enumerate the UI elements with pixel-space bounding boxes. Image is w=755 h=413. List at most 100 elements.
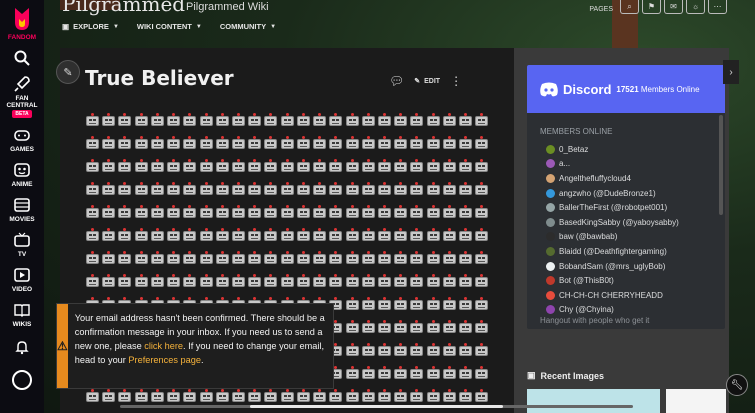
robot-emoji-icon [312,389,327,402]
robot-row [85,131,489,154]
notice-message: Your email address hasn't been confirmed… [68,304,333,388]
discord-member[interactable]: Bot (@ThisB0t) [527,273,725,288]
robot-emoji-icon [296,205,311,218]
robot-emoji-icon [247,251,262,264]
robot-emoji-icon [199,274,214,287]
discussions-button[interactable]: ✉ [664,0,683,14]
robot-emoji-icon [101,274,116,287]
user-avatar[interactable] [12,370,32,390]
comment-icon[interactable]: 💬︎ [389,74,404,88]
nav-explore[interactable]: ▣ EXPLORE ▼ [62,22,119,31]
discord-member[interactable]: BasedKingSabby (@yaboysabby) [527,215,725,230]
robot-emoji-icon [345,366,360,379]
robot-emoji-icon [134,113,149,126]
robot-emoji-icon [312,205,327,218]
recent-images-header: ▣ Recent Images [527,370,604,381]
rocket-icon [13,75,31,93]
robot-emoji-icon [182,228,197,241]
discord-member[interactable]: BallerTheFirst (@robotpet001) [527,200,725,215]
recent-image-thumbnail[interactable] [666,389,726,413]
robot-emoji-icon [117,205,132,218]
robot-emoji-icon [474,205,489,218]
explore-icon: ▣ [62,22,70,31]
notifications-button[interactable] [0,338,44,356]
robot-emoji-icon [442,343,457,356]
rail-item-fan-central[interactable]: FAN CENTRAL BETA [0,75,44,118]
search-button[interactable]: ⌕ [620,0,639,14]
discord-member[interactable]: a... [527,157,725,172]
discord-member[interactable]: 0_Betaz [527,142,725,157]
rail-item-movies[interactable]: MOVIES [0,196,44,223]
horizontal-scrollbar[interactable] [120,405,633,408]
activity-button[interactable]: ⚑ [642,0,661,14]
discord-member[interactable]: Blaidd (@Deathfightergaming) [527,244,725,259]
robot-emoji-icon [117,228,132,241]
robot-emoji-icon [442,113,457,126]
fandom-logo-icon[interactable] [12,6,32,32]
recent-image-thumbnail[interactable] [527,389,660,413]
wiki-title[interactable]: Pilgrammed [62,0,185,16]
discord-member[interactable]: Angelthefluffycloud4 [527,171,725,186]
edit-button[interactable]: ✎ EDIT [414,77,441,86]
robot-emoji-icon [215,274,230,287]
preferences-link[interactable]: Preferences page [128,355,201,365]
more-button[interactable]: ⋯ [708,0,727,14]
robot-emoji-icon [409,320,424,333]
search-button[interactable] [0,49,44,67]
robot-emoji-icon [296,251,311,264]
scrollbar-thumb[interactable] [250,405,503,408]
search-icon [13,49,31,67]
robot-emoji-icon [345,251,360,264]
edit-label: EDIT [424,77,441,85]
edit-pencil-button[interactable]: ✎ [56,60,80,84]
robot-emoji-icon [409,274,424,287]
robot-emoji-icon [247,205,262,218]
robot-emoji-icon [361,274,376,287]
film-icon [13,196,31,214]
click-here-link[interactable]: click here [144,341,183,351]
fandom-brand-label[interactable]: FANDOM [8,34,36,41]
discord-member[interactable]: Chy (@Chyina) [527,303,725,318]
robot-emoji-icon [263,274,278,287]
robot-emoji-icon [361,113,376,126]
rail-item-games[interactable]: GAMES [0,126,44,153]
robot-emoji-icon [199,228,214,241]
rail-item-video[interactable]: VIDEO [0,266,44,293]
discord-member[interactable]: CH-CH-CH CHERRYHEADD [527,288,725,303]
robot-emoji-icon [101,159,116,172]
robot-emoji-icon [215,205,230,218]
discord-header[interactable]: Discord 17521 Members Online [527,65,725,113]
discord-footer[interactable]: Hangout with people who get it [540,316,649,325]
wrench-tools-button[interactable]: 🔧︎ [726,374,748,396]
right-rail-toggle[interactable]: › [723,60,739,84]
nav-wiki-content[interactable]: WIKI CONTENT ▼ [137,22,202,31]
robot-emoji-icon [409,297,424,310]
nav-label: WIKI CONTENT [136,22,192,31]
robot-emoji-icon [474,274,489,287]
members-scrollbar[interactable] [719,115,723,215]
robot-emoji-icon [393,113,408,126]
robot-emoji-icon [361,205,376,218]
robot-emoji-icon [442,228,457,241]
more-options-icon[interactable]: ⋮ [450,74,462,88]
robot-emoji-icon [426,136,441,149]
robot-emoji-icon [377,343,392,356]
robot-emoji-icon [474,113,489,126]
discord-widget: Discord 17521 Members Online MEMBERS ONL… [527,65,725,329]
rail-item-tv[interactable]: TV [0,231,44,258]
wiki-subtitle[interactable]: Pilgrammed Wiki [186,1,269,13]
discord-member[interactable]: baw (@bawbab) [527,230,725,245]
discord-count-label: Members Online [640,84,700,94]
nav-label: COMMUNITY [219,22,267,31]
robot-emoji-icon [166,274,181,287]
robot-emoji-icon [85,274,100,287]
robot-emoji-icon [393,366,408,379]
rail-item-wikis[interactable]: WIKIS [0,301,44,328]
discord-member[interactable]: BobandSam (@mrs_uglyBob) [527,259,725,274]
robot-emoji-icon [263,251,278,264]
rail-item-anime[interactable]: ANIME [0,161,44,188]
nav-community[interactable]: COMMUNITY ▼ [220,22,276,31]
theme-button[interactable]: ☼ [686,0,705,14]
discord-member[interactable]: angzwho (@DudeBronze1) [527,186,725,201]
robot-emoji-icon [247,274,262,287]
